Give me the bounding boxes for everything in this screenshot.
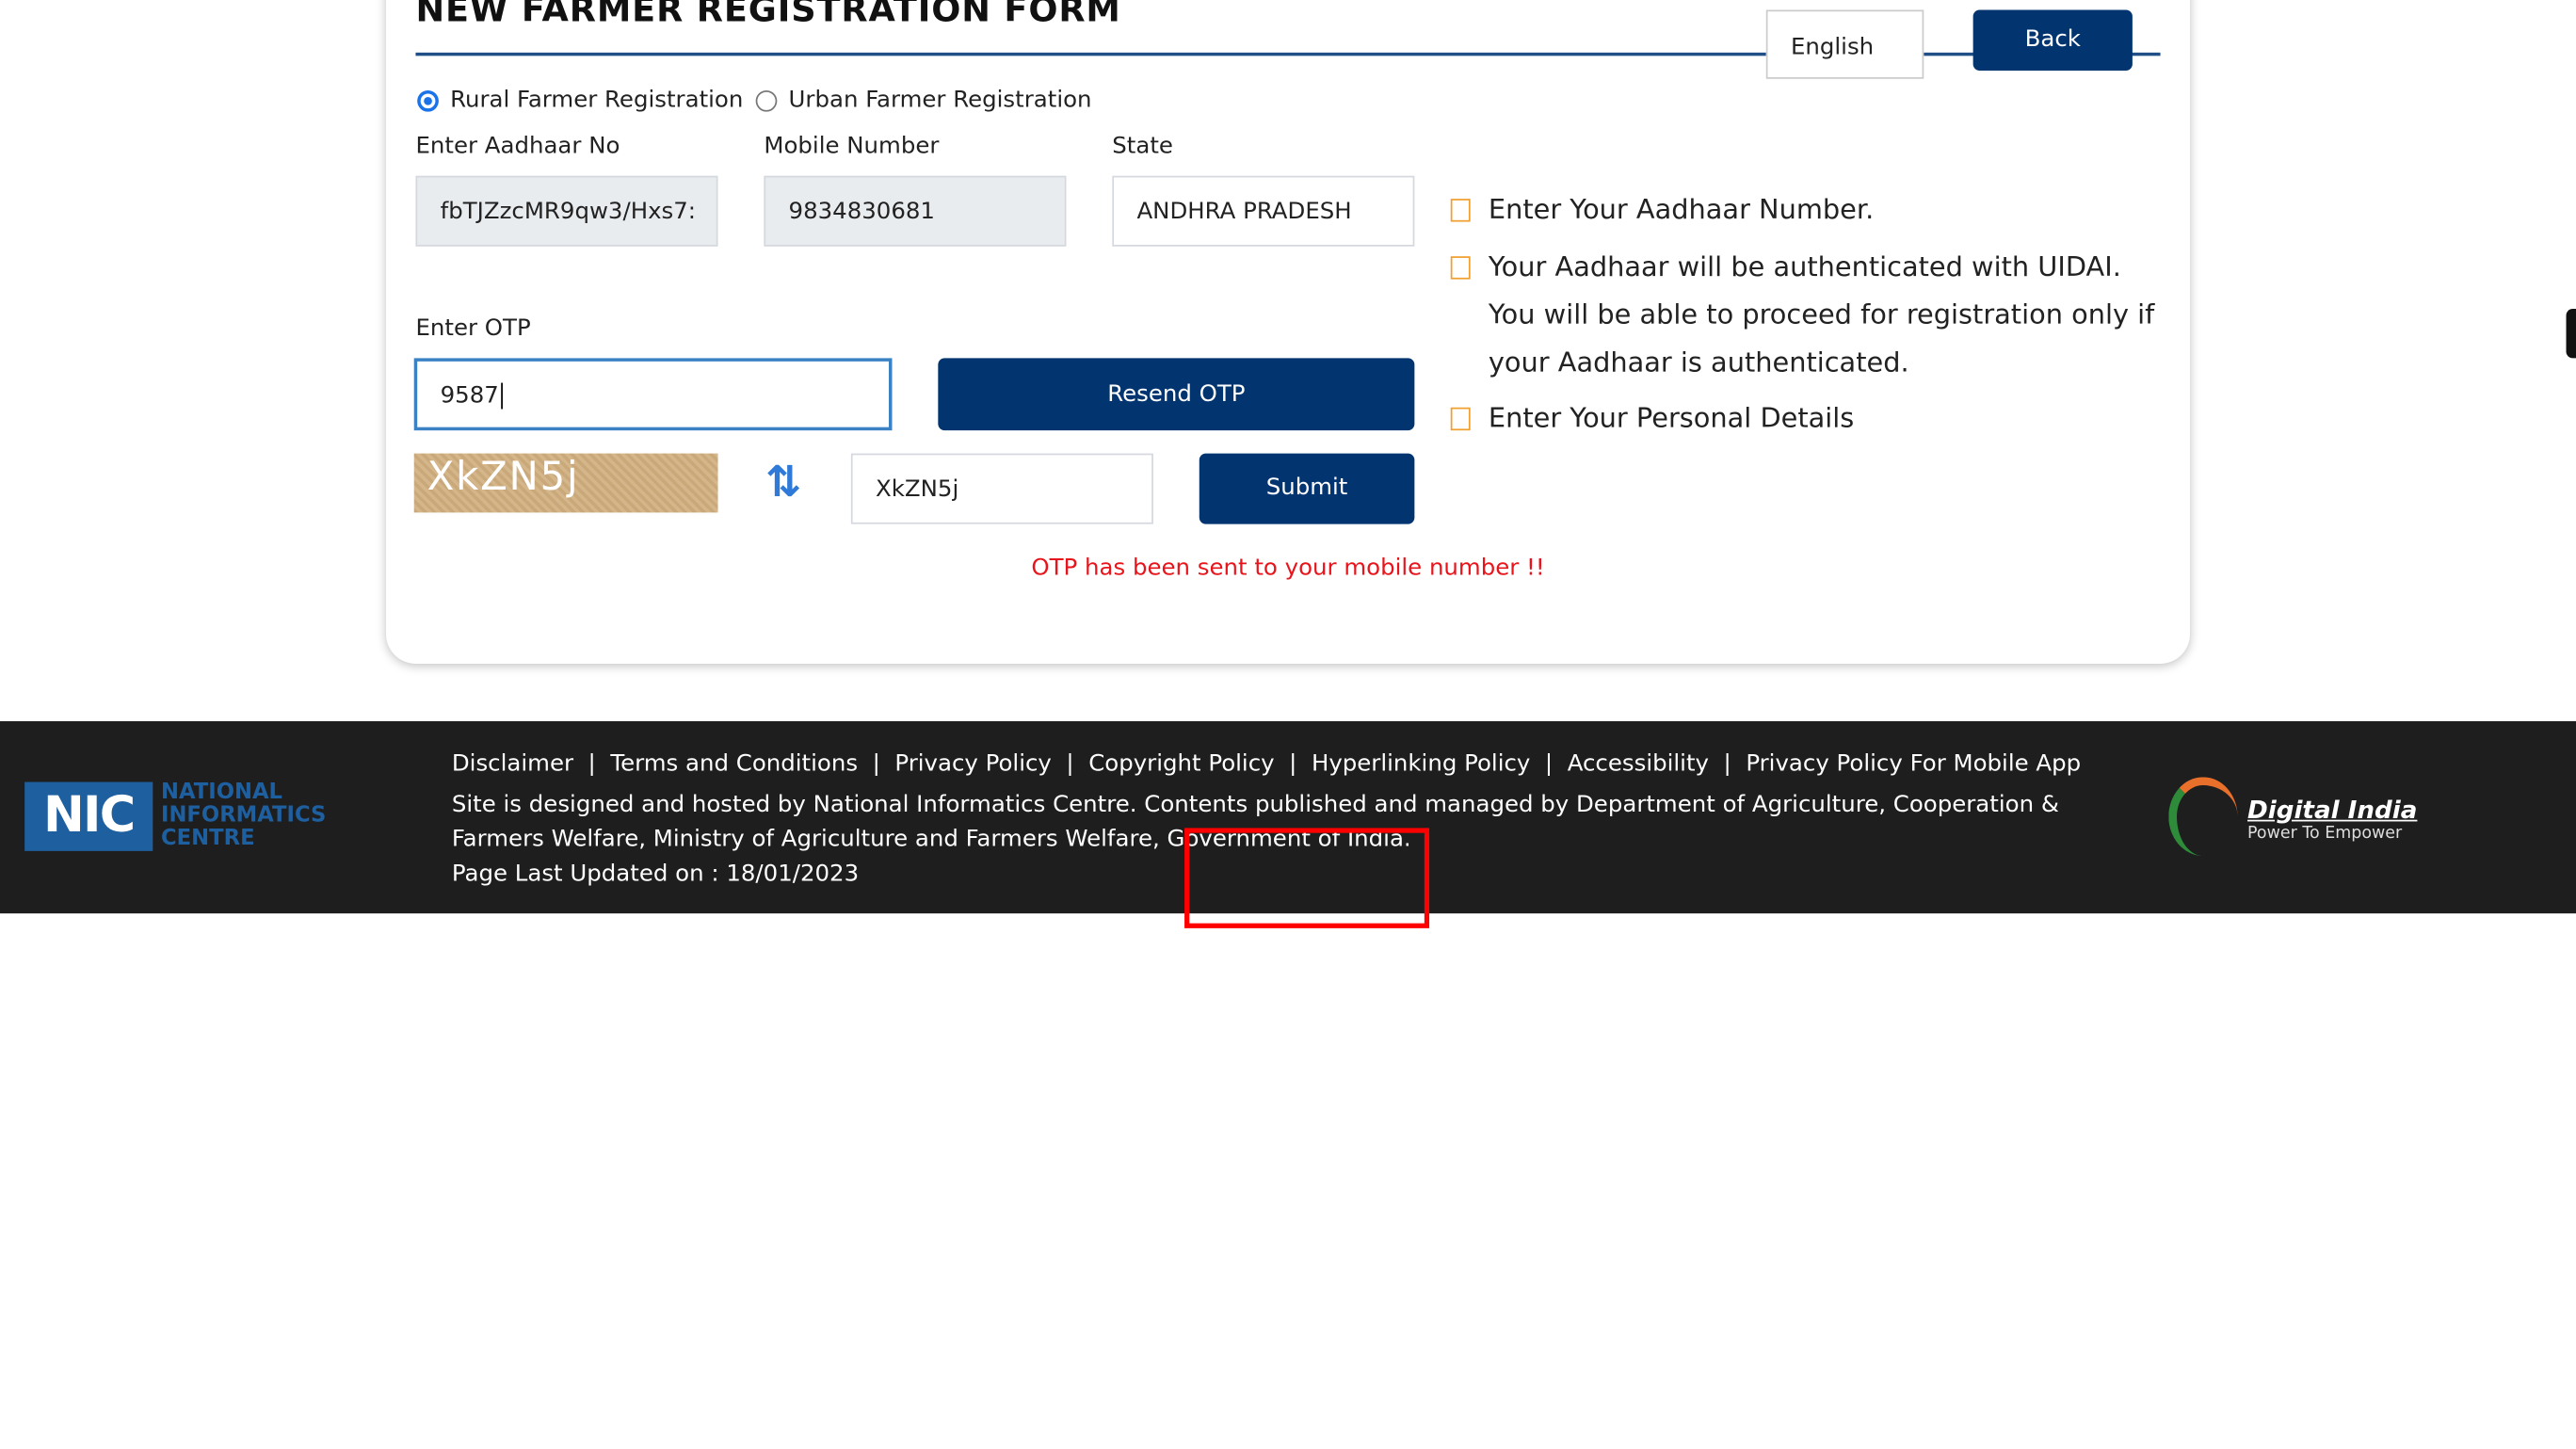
step-text: Enter Your Personal Details: [1488, 402, 1855, 434]
rural-label[interactable]: Rural Farmer Registration: [450, 87, 743, 113]
urban-radio[interactable]: [755, 89, 778, 112]
otp-label: Enter OTP: [415, 315, 531, 342]
text-cursor: [500, 382, 503, 410]
refresh-captcha-icon[interactable]: ⇅: [765, 460, 801, 507]
otp-input[interactable]: 9587: [413, 358, 893, 431]
footer-link-privacy[interactable]: Privacy Policy: [894, 750, 1052, 777]
urban-label[interactable]: Urban Farmer Registration: [789, 87, 1092, 113]
footer-link-copyright[interactable]: Copyright Policy: [1088, 750, 1274, 777]
otp-sent-message: OTP has been sent to your mobile number …: [1031, 555, 1545, 582]
rural-radio[interactable]: [417, 89, 439, 112]
resend-otp-button[interactable]: Resend OTP: [938, 358, 1415, 431]
mobile-label: Mobile Number: [764, 133, 940, 160]
state-input[interactable]: ANDHRA PRADESH: [1112, 175, 1415, 247]
step-checkbox: [1450, 407, 1471, 431]
step-text: You will be able to proceed for registra…: [1488, 298, 2155, 330]
back-button[interactable]: Back: [1972, 9, 2133, 72]
step-text: Your Aadhaar will be authenticated with …: [1488, 250, 2121, 283]
footer-link-mobile-privacy[interactable]: Privacy Policy For Mobile App: [1746, 750, 2081, 777]
last-updated: Page Last Updated on : 18/01/2023: [451, 861, 860, 888]
footer-link-hyperlinking[interactable]: Hyperlinking Policy: [1312, 750, 1530, 777]
captcha-input[interactable]: XkZN5j: [850, 453, 1153, 524]
captcha-image: XkZN5j: [413, 453, 718, 513]
highlight-box: [1184, 828, 1430, 928]
step-checkbox: [1450, 256, 1471, 280]
footer-link-disclaimer[interactable]: Disclaimer: [452, 750, 573, 777]
step-text: Enter Your Aadhaar Number.: [1488, 193, 1875, 226]
footer-link-accessibility[interactable]: Accessibility: [1568, 750, 1709, 777]
footer-credit-line1: Site is designed and hosted by National …: [451, 792, 2059, 818]
page-title: NEW FARMER REGISTRATION FORM: [415, 0, 1121, 30]
side-tab[interactable]: [2566, 309, 2576, 359]
aadhaar-label: Enter Aadhaar No: [415, 133, 620, 160]
footer-link-terms[interactable]: Terms and Conditions: [610, 750, 858, 777]
otp-value: 9587: [440, 382, 499, 410]
submit-button[interactable]: Submit: [1199, 453, 1415, 524]
state-label: State: [1112, 133, 1173, 160]
nic-logo-text: NATIONAL INFORMATICS CENTRE: [161, 780, 327, 851]
digital-india-logo: Digital India: [2247, 795, 2418, 825]
step-text: your Aadhaar is authenticated.: [1488, 346, 1909, 378]
language-select[interactable]: English: [1765, 9, 1924, 79]
footer-links: Disclaimer | Terms and Conditions | Priv…: [451, 750, 2082, 778]
nic-logo: NIC: [24, 781, 153, 851]
aadhaar-input[interactable]: fbTJZzcMR9qw3/Hxs7:: [415, 175, 718, 247]
digital-india-tagline: Power To Empower: [2247, 824, 2403, 844]
mobile-input[interactable]: 9834830681: [764, 175, 1067, 247]
digital-india-logo-icon: [2168, 777, 2238, 857]
step-checkbox: [1450, 199, 1471, 222]
